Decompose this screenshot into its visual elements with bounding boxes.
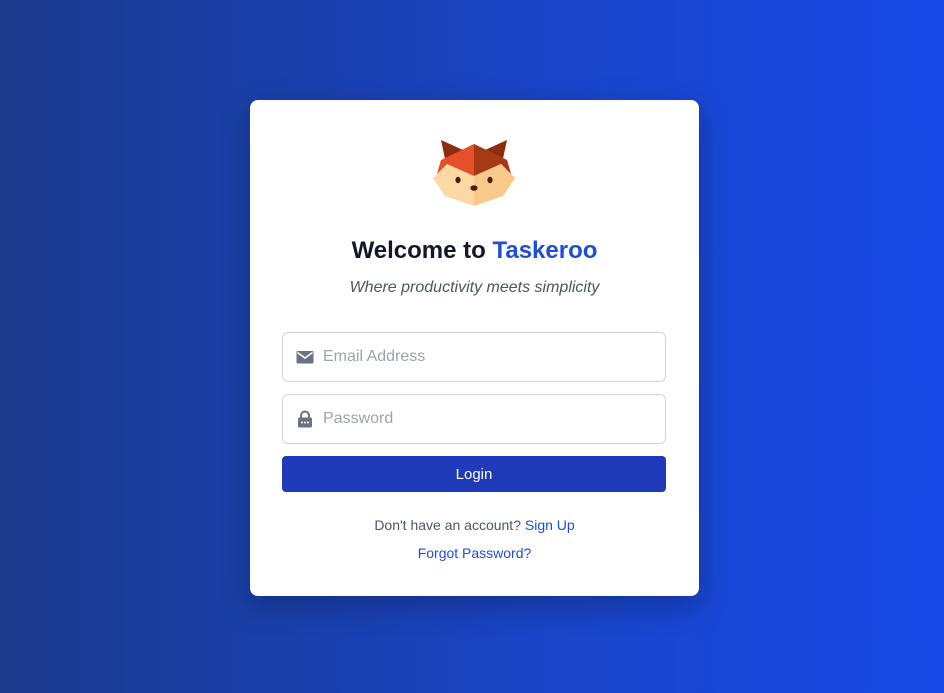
- signup-prompt-text: Don't have an account?: [374, 517, 521, 533]
- title-prefix: Welcome to: [351, 237, 493, 264]
- forgot-password-row: Forgot Password?: [250, 545, 699, 561]
- brand-name: Taskeroo: [492, 237, 598, 264]
- email-field[interactable]: [282, 332, 666, 382]
- signup-link[interactable]: Sign Up: [525, 517, 575, 533]
- forgot-password-link[interactable]: Forgot Password?: [418, 545, 532, 561]
- login-card: Welcome to Taskeroo Where productivity m…: [250, 100, 699, 596]
- page-title: Welcome to Taskeroo: [250, 237, 699, 265]
- email-input[interactable]: [323, 333, 659, 381]
- subtitle: Where productivity meets simplicity: [349, 279, 600, 296]
- signup-prompt-row: Don't have an account? Sign Up: [250, 517, 699, 533]
- fox-logo-icon: [433, 140, 515, 206]
- password-field[interactable]: [282, 394, 666, 444]
- lock-icon: [298, 410, 312, 428]
- envelope-icon: [296, 351, 314, 364]
- password-input[interactable]: [323, 395, 659, 443]
- login-button[interactable]: Login: [282, 456, 666, 492]
